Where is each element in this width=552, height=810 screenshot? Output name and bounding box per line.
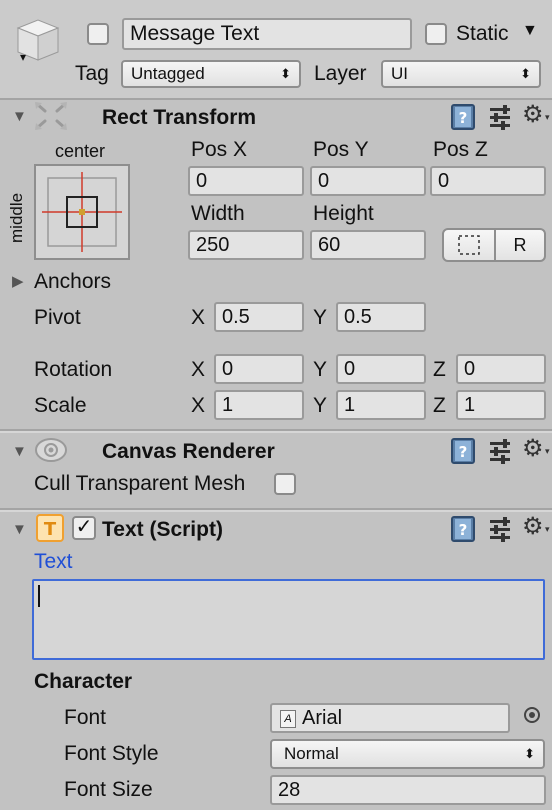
pos-z-label: Pos Z (433, 138, 488, 161)
scale-label: Scale (34, 394, 87, 417)
anchors-foldout[interactable]: ▶ (12, 272, 24, 290)
canvas-renderer-title: Canvas Renderer (102, 440, 275, 463)
font-asset-icon: A (280, 710, 296, 728)
gear-icon[interactable]: ⚙ (522, 515, 544, 539)
text-script-title: Text (Script) (102, 518, 223, 541)
rotation-x-label: X (191, 358, 206, 381)
gameobject-name-field[interactable]: Message Text (122, 18, 412, 50)
font-size-field[interactable]: 28 (270, 775, 546, 805)
pos-z-field[interactable]: 0 (430, 166, 546, 196)
static-checkbox[interactable] (425, 23, 447, 45)
scale-x-field[interactable]: 1 (214, 390, 304, 420)
help-book-icon[interactable]: ? (450, 103, 476, 136)
scale-x-label: X (191, 394, 206, 417)
font-style-dropdown[interactable]: Normal ⬍ (270, 739, 545, 769)
preset-sliders-icon[interactable] (488, 438, 512, 469)
font-style-value: Normal (284, 744, 339, 763)
rotation-y-label: Y (313, 358, 328, 381)
text-area[interactable] (32, 579, 545, 660)
width-label: Width (191, 202, 245, 225)
gear-icon[interactable]: ⚙ (522, 103, 544, 127)
text-enabled-checkbox[interactable]: ✓ (72, 516, 96, 540)
height-field[interactable]: 60 (310, 230, 426, 260)
rect-transform-foldout[interactable]: ▼ (12, 108, 27, 125)
object-picker-icon[interactable] (524, 707, 540, 723)
eye-icon (34, 436, 68, 469)
text-label: Text (34, 550, 73, 573)
font-size-label: Font Size (64, 778, 153, 801)
rect-transform-icon (34, 101, 68, 136)
static-label: Static (456, 22, 509, 45)
anchor-v-label: middle (7, 192, 26, 243)
static-dropdown-icon[interactable]: ▼ (522, 22, 538, 40)
pivot-x-field[interactable]: 0.5 (214, 302, 304, 332)
font-style-label: Font Style (64, 742, 159, 765)
scale-y-field[interactable]: 1 (336, 390, 426, 420)
pos-x-label: Pos X (191, 138, 248, 161)
raw-edit-label: R (513, 235, 527, 255)
pos-y-field[interactable]: 0 (310, 166, 426, 196)
svg-text:T: T (44, 519, 57, 540)
text-component-icon: T (36, 514, 64, 547)
canvas-renderer-foldout[interactable]: ▼ (12, 443, 27, 460)
svg-text:?: ? (459, 521, 468, 539)
preset-sliders-icon[interactable] (488, 104, 512, 135)
tag-dropdown[interactable]: Untagged ⬍ (121, 60, 301, 88)
preset-sliders-icon[interactable] (488, 516, 512, 547)
scale-z-field[interactable]: 1 (456, 390, 546, 420)
chevron-updown-icon: ⬍ (524, 746, 535, 761)
raw-edit-button[interactable]: R (494, 228, 546, 262)
rotation-label: Rotation (34, 358, 113, 381)
help-book-icon[interactable]: ? (450, 515, 476, 548)
pos-x-field[interactable]: 0 (188, 166, 304, 196)
anchors-label[interactable]: Anchors (34, 270, 111, 294)
width-field[interactable]: 250 (188, 230, 304, 260)
rotation-z-field[interactable]: 0 (456, 354, 546, 384)
rect-transform-title: Rect Transform (102, 106, 257, 129)
svg-text:?: ? (459, 443, 468, 461)
layer-value: UI (391, 64, 408, 83)
anchor-h-label: center (55, 141, 106, 161)
divider (0, 510, 552, 512)
text-caret (38, 585, 40, 607)
menu-chevron-icon[interactable]: ▾ (545, 524, 550, 535)
gameobject-header: ▾ Message Text Static ▼ Tag Untagged ⬍ L… (0, 0, 552, 100)
chevron-updown-icon: ⬍ (280, 66, 291, 81)
font-field[interactable]: A Arial (270, 703, 510, 733)
anchor-presets-button[interactable] (34, 164, 130, 260)
rotation-z-label: Z (433, 358, 446, 381)
layer-label: Layer (314, 62, 367, 85)
tag-label: Tag (75, 62, 109, 85)
rotation-x-field[interactable]: 0 (214, 354, 304, 384)
divider (0, 98, 552, 100)
svg-text:?: ? (459, 109, 468, 127)
pivot-y-field[interactable]: 0.5 (336, 302, 426, 332)
active-checkbox[interactable] (87, 23, 109, 45)
pos-y-label: Pos Y (313, 138, 369, 161)
height-label: Height (313, 202, 374, 225)
scale-y-label: Y (313, 394, 328, 417)
blueprint-mode-button[interactable] (442, 228, 496, 262)
pivot-y-label: Y (313, 306, 328, 329)
divider (0, 431, 552, 433)
chevron-updown-icon: ⬍ (520, 66, 531, 81)
layer-dropdown[interactable]: UI ⬍ (381, 60, 541, 88)
text-script-foldout[interactable]: ▼ (12, 521, 27, 538)
font-label: Font (64, 706, 107, 729)
menu-chevron-icon[interactable]: ▾ (545, 112, 550, 123)
prefab-dropdown-icon[interactable]: ▾ (20, 50, 26, 64)
menu-chevron-icon[interactable]: ▾ (545, 446, 550, 457)
help-book-icon[interactable]: ? (450, 437, 476, 470)
character-label: Character (34, 670, 133, 693)
font-value: Arial (302, 707, 343, 729)
cull-transparent-mesh-label: Cull Transparent Mesh (34, 472, 246, 495)
scale-z-label: Z (433, 394, 446, 417)
rotation-y-field[interactable]: 0 (336, 354, 426, 384)
cull-transparent-mesh-checkbox[interactable] (274, 473, 296, 495)
gear-icon[interactable]: ⚙ (522, 437, 544, 461)
pivot-label: Pivot (34, 306, 81, 329)
pivot-x-label: X (191, 306, 206, 329)
tag-value: Untagged (131, 64, 205, 83)
